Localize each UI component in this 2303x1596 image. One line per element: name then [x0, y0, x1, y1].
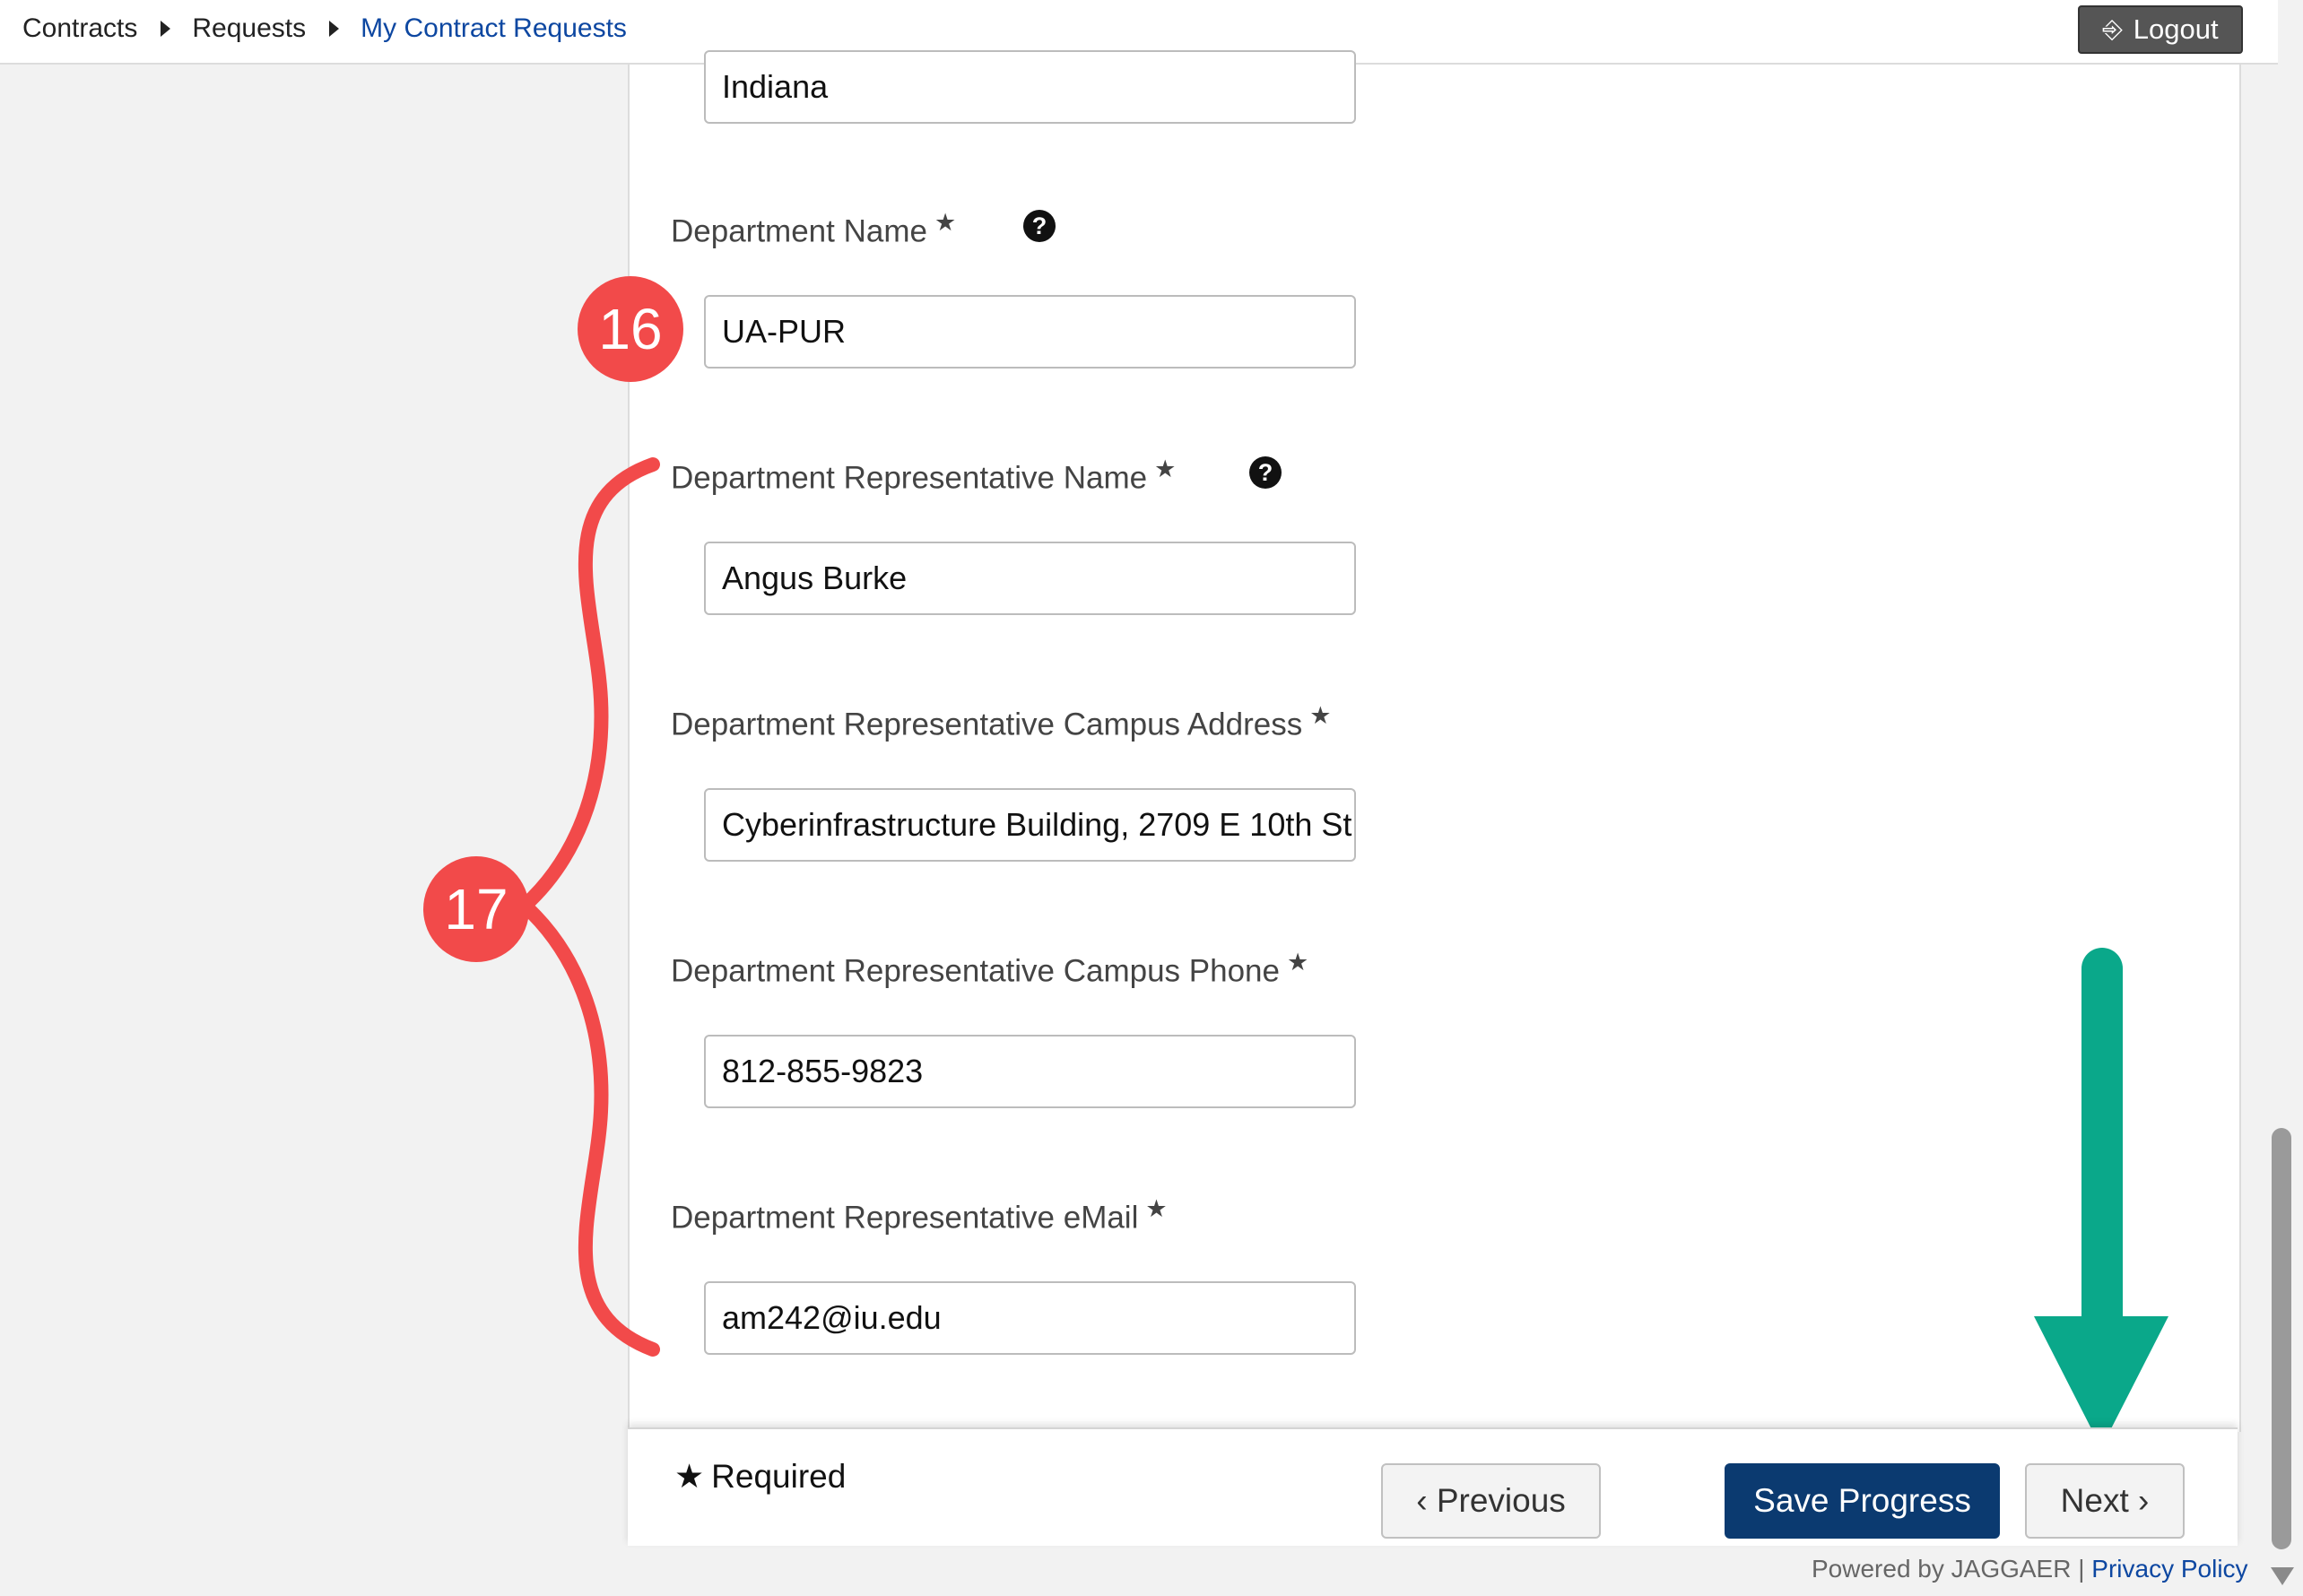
scroll-down-arrow-icon[interactable]	[2271, 1567, 2294, 1585]
curly-brace-icon	[514, 457, 660, 1357]
privacy-policy-link[interactable]: Privacy Policy	[2091, 1555, 2247, 1583]
required-legend: ★ Required	[674, 1457, 846, 1496]
required-label: Required	[711, 1458, 847, 1495]
powered-separator: |	[2078, 1555, 2085, 1583]
previous-button[interactable]: ‹ Previous	[1381, 1463, 1601, 1539]
scrollbar-thumb[interactable]	[2272, 1128, 2291, 1549]
powered-by: Powered by JAGGAER | Privacy Policy	[1812, 1555, 2248, 1583]
annotation-overlay	[514, 457, 2168, 1448]
next-button[interactable]: Next ›	[2025, 1463, 2185, 1539]
powered-by-text: Powered by JAGGAER	[1812, 1555, 2072, 1583]
required-star-icon: ★	[674, 1458, 705, 1495]
step-badge-16: 16	[578, 276, 683, 382]
save-progress-button[interactable]: Save Progress	[1725, 1463, 2000, 1539]
step-badge-17: 17	[423, 856, 529, 962]
